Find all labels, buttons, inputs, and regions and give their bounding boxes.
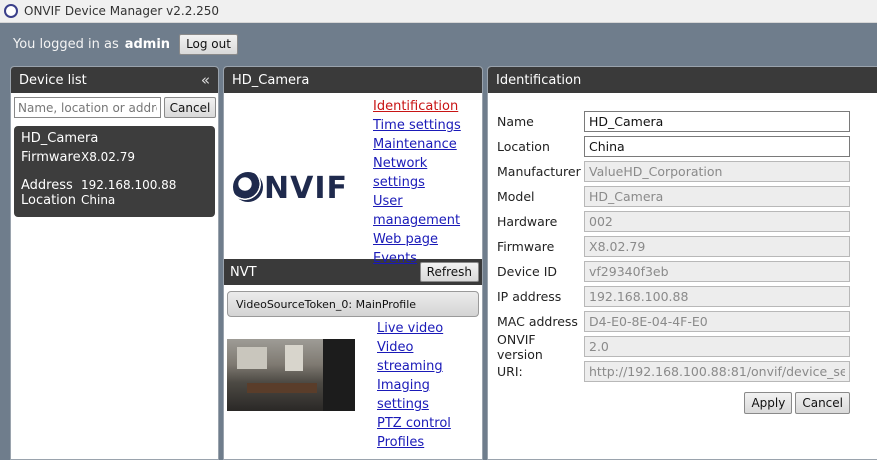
device-list-title: Device list bbox=[19, 72, 87, 88]
field-label: Hardware bbox=[497, 214, 558, 229]
profile-selector[interactable]: VideoSourceToken_0: MainProfile bbox=[227, 291, 479, 317]
field-row-location: Location bbox=[497, 134, 877, 159]
device-location-label: Location bbox=[21, 193, 76, 208]
link-network-settings[interactable]: Network settings bbox=[373, 154, 482, 192]
hardware-field bbox=[584, 211, 850, 232]
link-video-streaming[interactable]: Video streaming bbox=[377, 338, 482, 376]
link-imaging-settings[interactable]: Imaging settings bbox=[377, 376, 482, 414]
login-prefix: You logged in as bbox=[13, 36, 119, 52]
device-list-header: Device list « bbox=[11, 67, 218, 93]
onvif-logo-ring-icon bbox=[233, 172, 263, 202]
link-events[interactable]: Events bbox=[373, 249, 482, 268]
field-label: Location bbox=[497, 139, 550, 154]
logout-button[interactable]: Log out bbox=[179, 33, 238, 55]
model-field bbox=[584, 186, 850, 207]
field-row-uri: URI: bbox=[497, 359, 877, 384]
field-label: ONVIF version bbox=[497, 331, 543, 362]
identification-form: Name Location Manufacturer Model Hardwar… bbox=[488, 93, 877, 414]
camera-title: HD_Camera bbox=[232, 72, 310, 88]
field-row-manufacturer: Manufacturer bbox=[497, 159, 877, 184]
camera-top-area: NVIF Identification Time settings Mainte… bbox=[224, 93, 482, 266]
link-live-video[interactable]: Live video bbox=[377, 319, 482, 338]
form-actions: Apply Cancel bbox=[497, 392, 877, 414]
video-area: Live video Video streaming Imaging setti… bbox=[224, 317, 482, 450]
name-field[interactable] bbox=[584, 111, 850, 132]
mac-address-field bbox=[584, 311, 850, 332]
device-item-hd-camera[interactable]: HD_Camera Firmware X8.02.79 Address 192.… bbox=[14, 126, 215, 217]
onvif-version-field bbox=[584, 336, 850, 357]
window-titlebar: ONVIF Device Manager v2.2.250 bbox=[0, 0, 877, 23]
field-label: Manufacturer bbox=[497, 164, 581, 179]
ip-address-field bbox=[584, 286, 850, 307]
field-label: MAC address bbox=[497, 314, 578, 329]
device-firmware-value: X8.02.79 bbox=[81, 150, 136, 164]
link-user-management[interactable]: User management bbox=[373, 192, 482, 230]
camera-panel: HD_Camera NVIF Identification Time setti… bbox=[223, 66, 483, 460]
device-name: HD_Camera bbox=[21, 131, 99, 146]
device-search-row: Cancel bbox=[11, 93, 218, 122]
identification-panel: Identification Name Location Manufacture… bbox=[487, 66, 877, 460]
field-row-device-id: Device ID bbox=[497, 259, 877, 284]
login-bar: You logged in as admin Log out bbox=[0, 23, 877, 65]
nvt-title: NVT bbox=[230, 264, 257, 280]
device-search-input[interactable] bbox=[14, 97, 161, 118]
field-row-name: Name bbox=[497, 109, 877, 134]
onvif-app-icon bbox=[4, 4, 18, 18]
manufacturer-field bbox=[584, 161, 850, 182]
video-links: Live video Video streaming Imaging setti… bbox=[377, 319, 482, 452]
device-id-field bbox=[584, 261, 850, 282]
field-row-firmware: Firmware bbox=[497, 234, 877, 259]
device-firmware-row: Firmware X8.02.79 bbox=[21, 150, 208, 165]
link-time-settings[interactable]: Time settings bbox=[373, 116, 482, 135]
identification-header: Identification bbox=[488, 67, 877, 93]
field-label: Model bbox=[497, 189, 535, 204]
field-label: Device ID bbox=[497, 264, 558, 279]
field-label: IP address bbox=[497, 289, 562, 304]
device-settings-links: Identification Time settings Maintenance… bbox=[373, 97, 482, 268]
link-profiles[interactable]: Profiles bbox=[377, 433, 482, 452]
field-row-mac-address: MAC address bbox=[497, 309, 877, 334]
link-identification[interactable]: Identification bbox=[373, 97, 482, 116]
link-web-page[interactable]: Web page bbox=[373, 230, 482, 249]
field-row-model: Model bbox=[497, 184, 877, 209]
field-label: Firmware bbox=[497, 239, 555, 254]
device-list-panel: Device list « Cancel HD_Camera Firmware … bbox=[10, 66, 219, 460]
field-row-hardware: Hardware bbox=[497, 209, 877, 234]
field-row-onvif-version: ONVIF version bbox=[497, 331, 877, 362]
field-label: URI: bbox=[497, 364, 523, 379]
identification-title: Identification bbox=[496, 72, 582, 88]
apply-button[interactable]: Apply bbox=[744, 392, 793, 414]
field-row-ip-address: IP address bbox=[497, 284, 877, 309]
link-ptz-control[interactable]: PTZ control bbox=[377, 414, 482, 433]
link-maintenance[interactable]: Maintenance bbox=[373, 135, 482, 154]
device-location-value: China bbox=[81, 193, 116, 207]
video-thumbnail[interactable] bbox=[227, 339, 355, 411]
search-cancel-button[interactable]: Cancel bbox=[164, 97, 216, 118]
camera-header: HD_Camera bbox=[224, 67, 482, 93]
login-user: admin bbox=[124, 36, 171, 52]
location-field[interactable] bbox=[584, 136, 850, 157]
device-firmware-label: Firmware bbox=[21, 150, 81, 165]
onvif-logo-text: NVIF bbox=[264, 171, 348, 206]
uri-field bbox=[584, 361, 850, 382]
device-address-value: 192.168.100.88 bbox=[81, 178, 177, 192]
device-address-label: Address bbox=[21, 178, 73, 193]
window-title: ONVIF Device Manager v2.2.250 bbox=[24, 4, 220, 18]
firmware-field bbox=[584, 236, 850, 257]
device-location-row: Location China bbox=[21, 193, 208, 208]
field-label: Name bbox=[497, 114, 534, 129]
cancel-button[interactable]: Cancel bbox=[795, 392, 850, 414]
collapse-icon[interactable]: « bbox=[201, 71, 210, 89]
device-address-row: Address 192.168.100.88 bbox=[21, 178, 208, 193]
onvif-logo: NVIF bbox=[233, 171, 348, 206]
